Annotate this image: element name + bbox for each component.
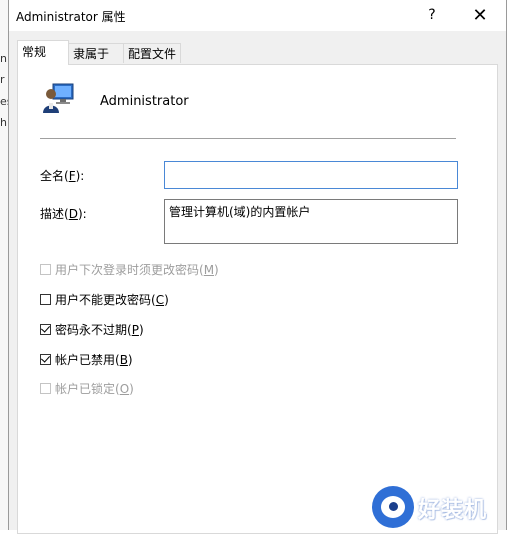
separator bbox=[40, 138, 456, 139]
description-input[interactable]: 管理计算机(域)的内置帐户 bbox=[164, 199, 458, 244]
properties-dialog: Administrator 属性 ? ✕ 常规 隶属于 配置文件 Adminis… bbox=[8, 0, 507, 534]
background-text: ni bbox=[0, 52, 8, 65]
checkbox-box[interactable] bbox=[40, 382, 51, 394]
tab-profile[interactable]: 配置文件 bbox=[123, 43, 181, 63]
watermark-text: 好装机 bbox=[418, 498, 488, 523]
password-never-expires-checkbox[interactable]: 密码永不过期(P) bbox=[40, 321, 144, 337]
background-window: ni r es h bbox=[0, 0, 8, 530]
must-change-password-checkbox[interactable]: 用户下次登录时须更改密码(M) bbox=[40, 261, 219, 277]
checkbox-label: 用户下次登录时须更改密码(M) bbox=[55, 262, 219, 277]
close-button[interactable]: ✕ bbox=[457, 0, 503, 31]
user-computer-icon bbox=[43, 83, 74, 113]
username-label: Administrator bbox=[100, 94, 189, 109]
checkbox-box[interactable] bbox=[40, 323, 51, 335]
checkbox-box[interactable] bbox=[40, 353, 51, 365]
account-locked-checkbox[interactable]: 帐户已锁定(O) bbox=[40, 380, 134, 396]
description-label: 描述(D): bbox=[40, 207, 87, 221]
general-panel: Administrator 全名(F): 描述(D): 管理计算机(域)的内置帐… bbox=[17, 64, 498, 534]
checkbox-label: 帐户已锁定(O) bbox=[55, 381, 134, 396]
background-text: es bbox=[0, 95, 8, 108]
fullname-label: 全名(F): bbox=[40, 169, 85, 183]
window-title: Administrator 属性 bbox=[16, 10, 126, 24]
checkbox-box[interactable] bbox=[40, 263, 51, 275]
title-bar[interactable]: Administrator 属性 ? ✕ bbox=[9, 0, 506, 31]
background-text: h bbox=[0, 116, 7, 129]
background-text: r bbox=[0, 73, 5, 86]
account-disabled-checkbox[interactable]: 帐户已禁用(B) bbox=[40, 351, 133, 367]
help-button[interactable]: ? bbox=[411, 0, 453, 31]
watermark-eye-icon bbox=[372, 486, 414, 528]
tab-general[interactable]: 常规 bbox=[17, 40, 69, 65]
watermark-logo: 好装机 bbox=[372, 486, 507, 530]
tab-member-of[interactable]: 隶属于 bbox=[68, 43, 124, 63]
checkbox-label: 密码永不过期(P) bbox=[55, 322, 144, 337]
fullname-input[interactable] bbox=[164, 161, 458, 189]
checkbox-box[interactable] bbox=[40, 293, 51, 305]
cannot-change-password-checkbox[interactable]: 用户不能更改密码(C) bbox=[40, 291, 169, 307]
checkbox-label: 用户不能更改密码(C) bbox=[55, 292, 169, 307]
checkbox-label: 帐户已禁用(B) bbox=[55, 352, 133, 367]
